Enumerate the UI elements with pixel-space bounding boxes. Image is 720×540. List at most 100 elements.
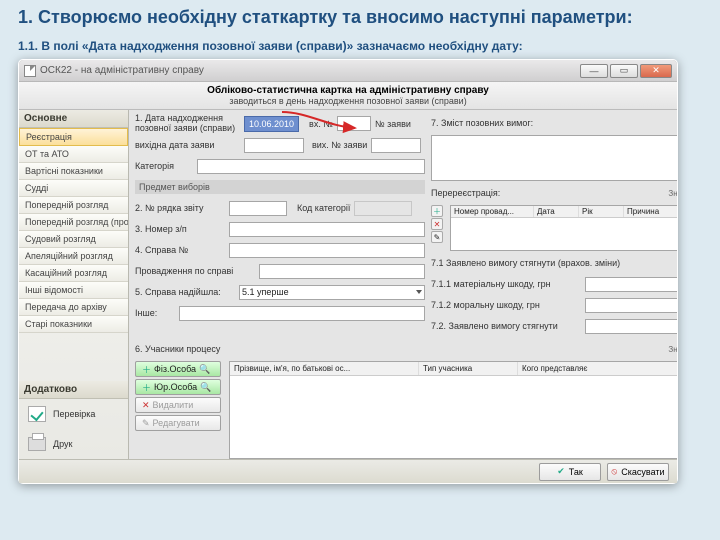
field-7-label: 7. Зміст позовних вимог: (431, 118, 533, 128)
rereg-col-reason: Причина (624, 206, 677, 217)
category-code-label: Код категорії (297, 203, 350, 213)
category-field[interactable] (197, 159, 425, 174)
outgoing-no-label: вих. № заяви (312, 140, 367, 150)
rereg-table[interactable]: Номер провад... Дата Рік Причина (450, 205, 677, 251)
outgoing-date-field[interactable] (244, 138, 304, 153)
claim-recover-field[interactable] (585, 319, 677, 334)
category-label: Категорія (135, 161, 193, 171)
field-712-label: 7.1.2 моральну шкоду, грн (431, 300, 581, 310)
field-6-label: 6. Учасники процесу (135, 344, 220, 354)
case-arrived-select[interactable]: 5.1 уперше (239, 285, 425, 300)
outgoing-no-field[interactable] (371, 138, 421, 153)
moral-damage-field[interactable] (585, 298, 677, 313)
add-person-button[interactable]: ＋Фіз.Особа🔍 (135, 361, 221, 377)
slide-subtitle: 1.1. В полі «Дата надходження позовної з… (18, 39, 702, 53)
field-1-label: 1. Дата надходження позовної заяви (спра… (135, 114, 240, 133)
claims-textarea[interactable] (431, 135, 677, 181)
field-72-label: 7.2. Заявлено вимогу стягнути (431, 321, 581, 331)
elections-subject-label: Предмет виборів (135, 180, 425, 194)
material-damage-field[interactable] (585, 277, 677, 292)
delete-participant-button[interactable]: ✕Видалити (135, 397, 221, 413)
delete-participant-label: Видалити (153, 400, 194, 410)
vx-no-label: вх. № (309, 119, 333, 129)
add-company-button[interactable]: ＋Юр.Особа🔍 (135, 379, 221, 395)
proceedings-label: Провадження по справі (135, 266, 255, 276)
app-header-subtitle: заводиться в день надходження позовної з… (19, 96, 677, 106)
field-5-label: 5. Справа надійшла: (135, 287, 235, 297)
app-header-title: Обліково-статистична картка на адміністр… (19, 85, 677, 96)
tool-check-label: Перевірка (53, 409, 95, 419)
minimize-button[interactable]: — (580, 64, 608, 78)
ok-label: Так (569, 467, 583, 477)
field-3-label: 3. Номер з/п (135, 224, 225, 234)
check-icon (28, 406, 46, 422)
window-title: ОСК22 - на адміністративну справу (40, 65, 204, 76)
sidebar-item-cassation[interactable]: Касаційний розгляд (19, 265, 128, 282)
close-button[interactable]: ✕ (640, 64, 672, 78)
field-4-label: 4. Справа № (135, 245, 225, 255)
cancel-label: Скасувати (621, 467, 664, 477)
sidebar-item-registration[interactable]: Реєстрація (19, 128, 128, 146)
edit-icon: ✎ (142, 418, 150, 429)
edit-participant-button[interactable]: ✎Редагувати (135, 415, 221, 431)
print-icon (28, 437, 46, 451)
field-71-label: 7.1 Заявлено вимогу стягнути (врахов. зм… (431, 258, 620, 268)
document-icon (24, 65, 36, 77)
sidebar-item-appeal[interactable]: Апеляційний розгляд (19, 248, 128, 265)
search-icon: 🔍 (199, 364, 210, 375)
cancel-button[interactable]: ⦸ Скасувати (607, 463, 669, 481)
date-received-field[interactable]: 10.06.2010 (244, 116, 299, 132)
edit-participant-label: Редагувати (153, 418, 200, 428)
sidebar-section-extra: Додатково (19, 381, 128, 399)
sidebar-item-value-indicators[interactable]: Вартісні показники (19, 163, 128, 180)
rereg-col-year: Рік (579, 206, 624, 217)
category-code-field[interactable] (354, 201, 412, 216)
proceedings-field[interactable] (259, 264, 425, 279)
other-field[interactable] (179, 306, 425, 321)
add-person-label: Фіз.Особа (154, 364, 196, 374)
mini-table-actions: ＋ ✕ ✎ (431, 205, 443, 243)
row-number-field[interactable] (229, 201, 287, 216)
case-arrived-value: 5.1 уперше (242, 287, 289, 297)
sidebar-item-preliminary[interactable]: Попередній розгляд (19, 197, 128, 214)
add-row-button[interactable]: ＋ (431, 205, 443, 217)
sidebar-item-preliminary-cont[interactable]: Попередній розгляд (продовж...) (19, 214, 128, 231)
vx-no-field[interactable] (337, 116, 371, 131)
app-window: ОСК22 - на адміністративну справу — ▭ ✕ … (18, 59, 678, 484)
field-711-label: 7.1.1 матеріальну шкоду, грн (431, 279, 581, 289)
search-icon: 🔍 (200, 382, 211, 393)
check-icon: ✔ (557, 466, 565, 477)
tool-check[interactable]: Перевірка (19, 399, 128, 429)
app-header: Обліково-статистична картка на адміністр… (19, 82, 677, 110)
participants-table[interactable]: Прізвище, ім'я, по батькові ос... Тип уч… (229, 361, 677, 459)
slide-title: 1. Створюємо необхідну статкартку та вно… (18, 6, 702, 29)
participants-col-type: Тип учасника (419, 362, 518, 375)
sidebar: Основне Реєстрація ОТ та АТО Вартісні по… (19, 110, 129, 459)
case-number-field[interactable] (229, 243, 425, 258)
field-2-label: 2. № рядка звіту (135, 203, 225, 213)
delete-icon: ✕ (142, 400, 150, 411)
ok-button[interactable]: ✔ Так (539, 463, 601, 481)
plus-icon: ＋ (142, 381, 151, 394)
sidebar-item-ot-ato[interactable]: ОТ та АТО (19, 146, 128, 163)
serial-number-field[interactable] (229, 222, 425, 237)
rereg-col-number: Номер провад... (451, 206, 534, 217)
footer: ✔ Так ⦸ Скасувати (19, 459, 677, 483)
titlebar: ОСК22 - на адміністративну справу — ▭ ✕ (19, 60, 677, 82)
sidebar-item-judges[interactable]: Судді (19, 180, 128, 197)
sidebar-item-other-info[interactable]: Інші відомості (19, 282, 128, 299)
rereg-count-badge: Значень: 0 (668, 189, 677, 198)
no-zayavi-label: № заяви (375, 119, 411, 129)
plus-icon: ＋ (142, 363, 151, 376)
cancel-icon: ⦸ (611, 466, 617, 477)
sidebar-item-old-indicators[interactable]: Старі показники (19, 316, 128, 333)
participants-count-badge: Значень: 0 (668, 345, 677, 354)
maximize-button[interactable]: ▭ (610, 64, 638, 78)
add-company-label: Юр.Особа (154, 382, 197, 392)
tool-print[interactable]: Друк (19, 429, 128, 459)
edit-row-button[interactable]: ✎ (431, 231, 443, 243)
sidebar-item-court[interactable]: Судовий розгляд (19, 231, 128, 248)
other-label: Інше: (135, 308, 175, 318)
delete-row-button[interactable]: ✕ (431, 218, 443, 230)
sidebar-item-archive[interactable]: Передача до архіву (19, 299, 128, 316)
